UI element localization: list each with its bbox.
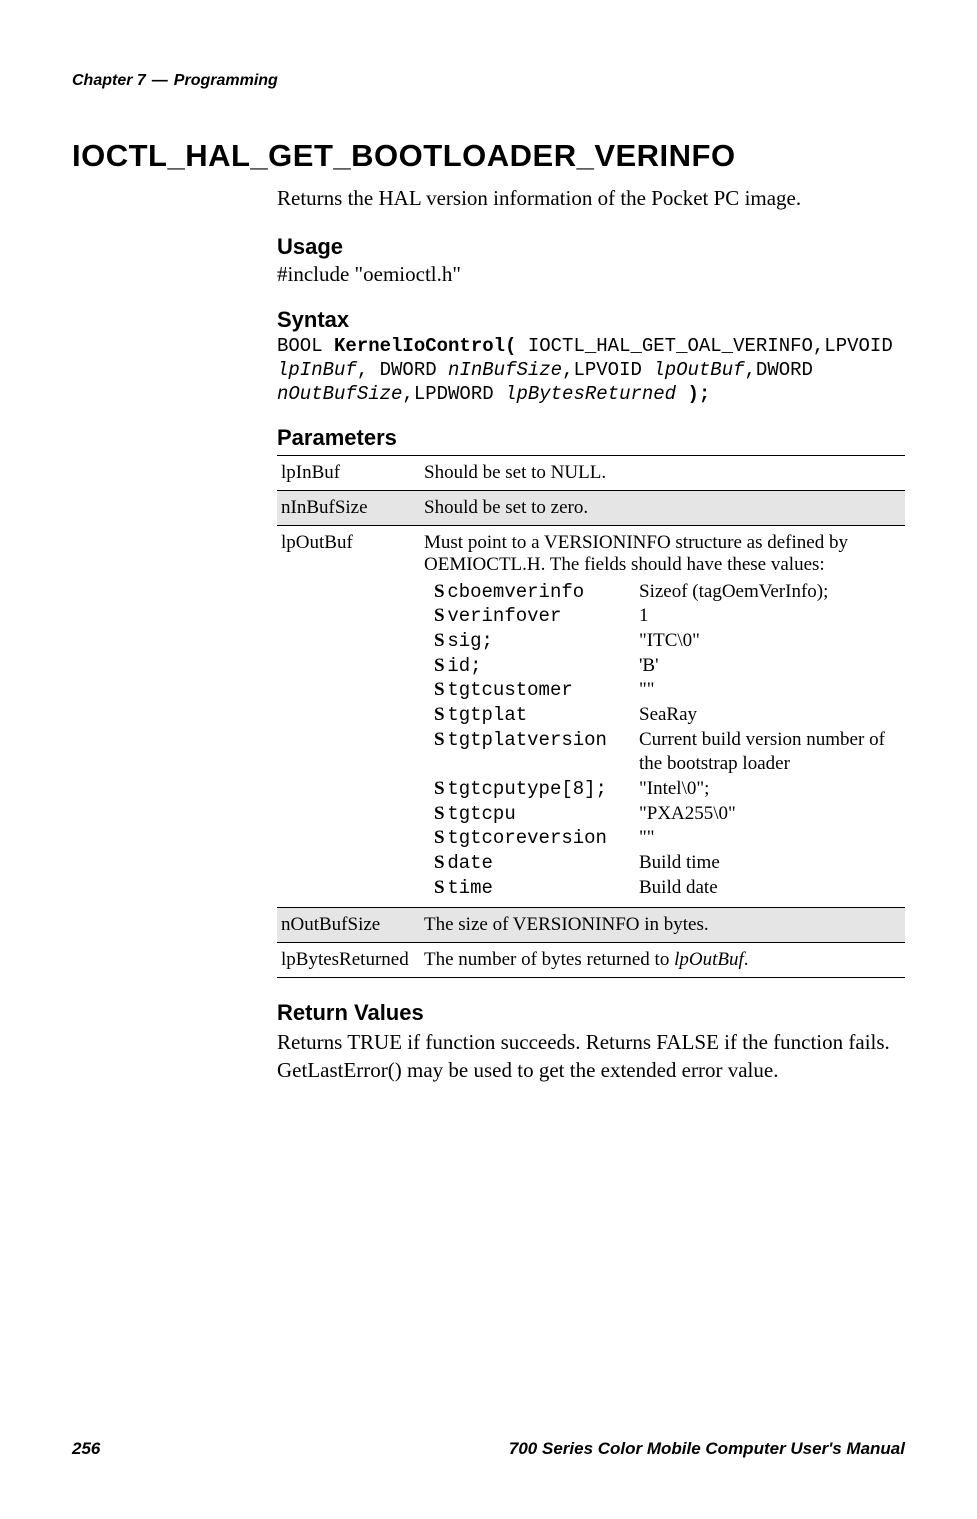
struct-row: tgtplatversionCurrent build version numb… [424, 728, 901, 777]
param-name: lpBytesReturned [277, 942, 420, 977]
header-chapter: Chapter 7 [72, 72, 146, 89]
parameters-heading: Parameters [277, 425, 905, 451]
struct-row: tgtcoreversion"" [424, 826, 901, 851]
parameters-table: lpInBuf Should be set to NULL. nInBufSiz… [277, 455, 905, 978]
manual-title: 700 Series Color Mobile Computer User's … [509, 1439, 905, 1459]
return-text: Returns TRUE if function succeeds. Retur… [277, 1028, 905, 1085]
param-desc: The size of VERSIONINFO in bytes. [420, 907, 905, 942]
table-row: lpInBuf Should be set to NULL. [277, 455, 905, 490]
struct-row: cboemverinfoSizeof (tagOemVerInfo); [424, 580, 901, 605]
struct-row: tgtcustomer"" [424, 678, 901, 703]
usage-include: #include "oemioctl.h" [277, 262, 905, 287]
struct-row: timeBuild date [424, 876, 901, 901]
header-left: Chapter 7—Programming [72, 72, 278, 90]
table-row: lpOutBuf Must point to a VERSIONINFO str… [277, 525, 905, 907]
struct-row: tgtcpu"PXA255\0" [424, 802, 901, 827]
running-header: Chapter 7—Programming [72, 72, 905, 90]
intro-text: Returns the HAL version information of t… [277, 184, 905, 212]
usage-heading: Usage [277, 234, 905, 260]
header-dash: — [146, 72, 174, 89]
param-desc-intro: Must point to a VERSIONINFO structure as… [424, 532, 848, 575]
page-number: 256 [72, 1439, 100, 1459]
param-desc: Should be set to zero. [420, 490, 905, 525]
header-section: Programming [174, 72, 278, 89]
param-desc: Must point to a VERSIONINFO structure as… [420, 525, 905, 907]
struct-row: sig;"ITC\0" [424, 629, 901, 654]
param-name: lpInBuf [277, 455, 420, 490]
return-heading: Return Values [277, 1000, 905, 1026]
param-desc: The number of bytes returned to lpOutBuf… [420, 942, 905, 977]
syntax-code: BOOL KernelIoControl( IOCTL_HAL_GET_OAL_… [277, 335, 905, 406]
param-name: nOutBufSize [277, 907, 420, 942]
running-footer: 256 700 Series Color Mobile Computer Use… [72, 1439, 905, 1459]
struct-row: dateBuild time [424, 851, 901, 876]
table-row: nInBufSize Should be set to zero. [277, 490, 905, 525]
syntax-heading: Syntax [277, 307, 905, 333]
param-name: nInBufSize [277, 490, 420, 525]
table-row: lpBytesReturned The number of bytes retu… [277, 942, 905, 977]
page-title: IOCTL_HAL_GET_BOOTLOADER_VERINFO [72, 138, 905, 174]
struct-row: tgtcputype[8];"Intel\0"; [424, 777, 901, 802]
struct-row: verinfover1 [424, 604, 901, 629]
struct-row: tgtplatSeaRay [424, 703, 901, 728]
param-name: lpOutBuf [277, 525, 420, 907]
table-row: nOutBufSize The size of VERSIONINFO in b… [277, 907, 905, 942]
struct-row: id;'B' [424, 654, 901, 679]
struct-list: cboemverinfoSizeof (tagOemVerInfo); veri… [424, 580, 901, 901]
param-desc: Should be set to NULL. [420, 455, 905, 490]
